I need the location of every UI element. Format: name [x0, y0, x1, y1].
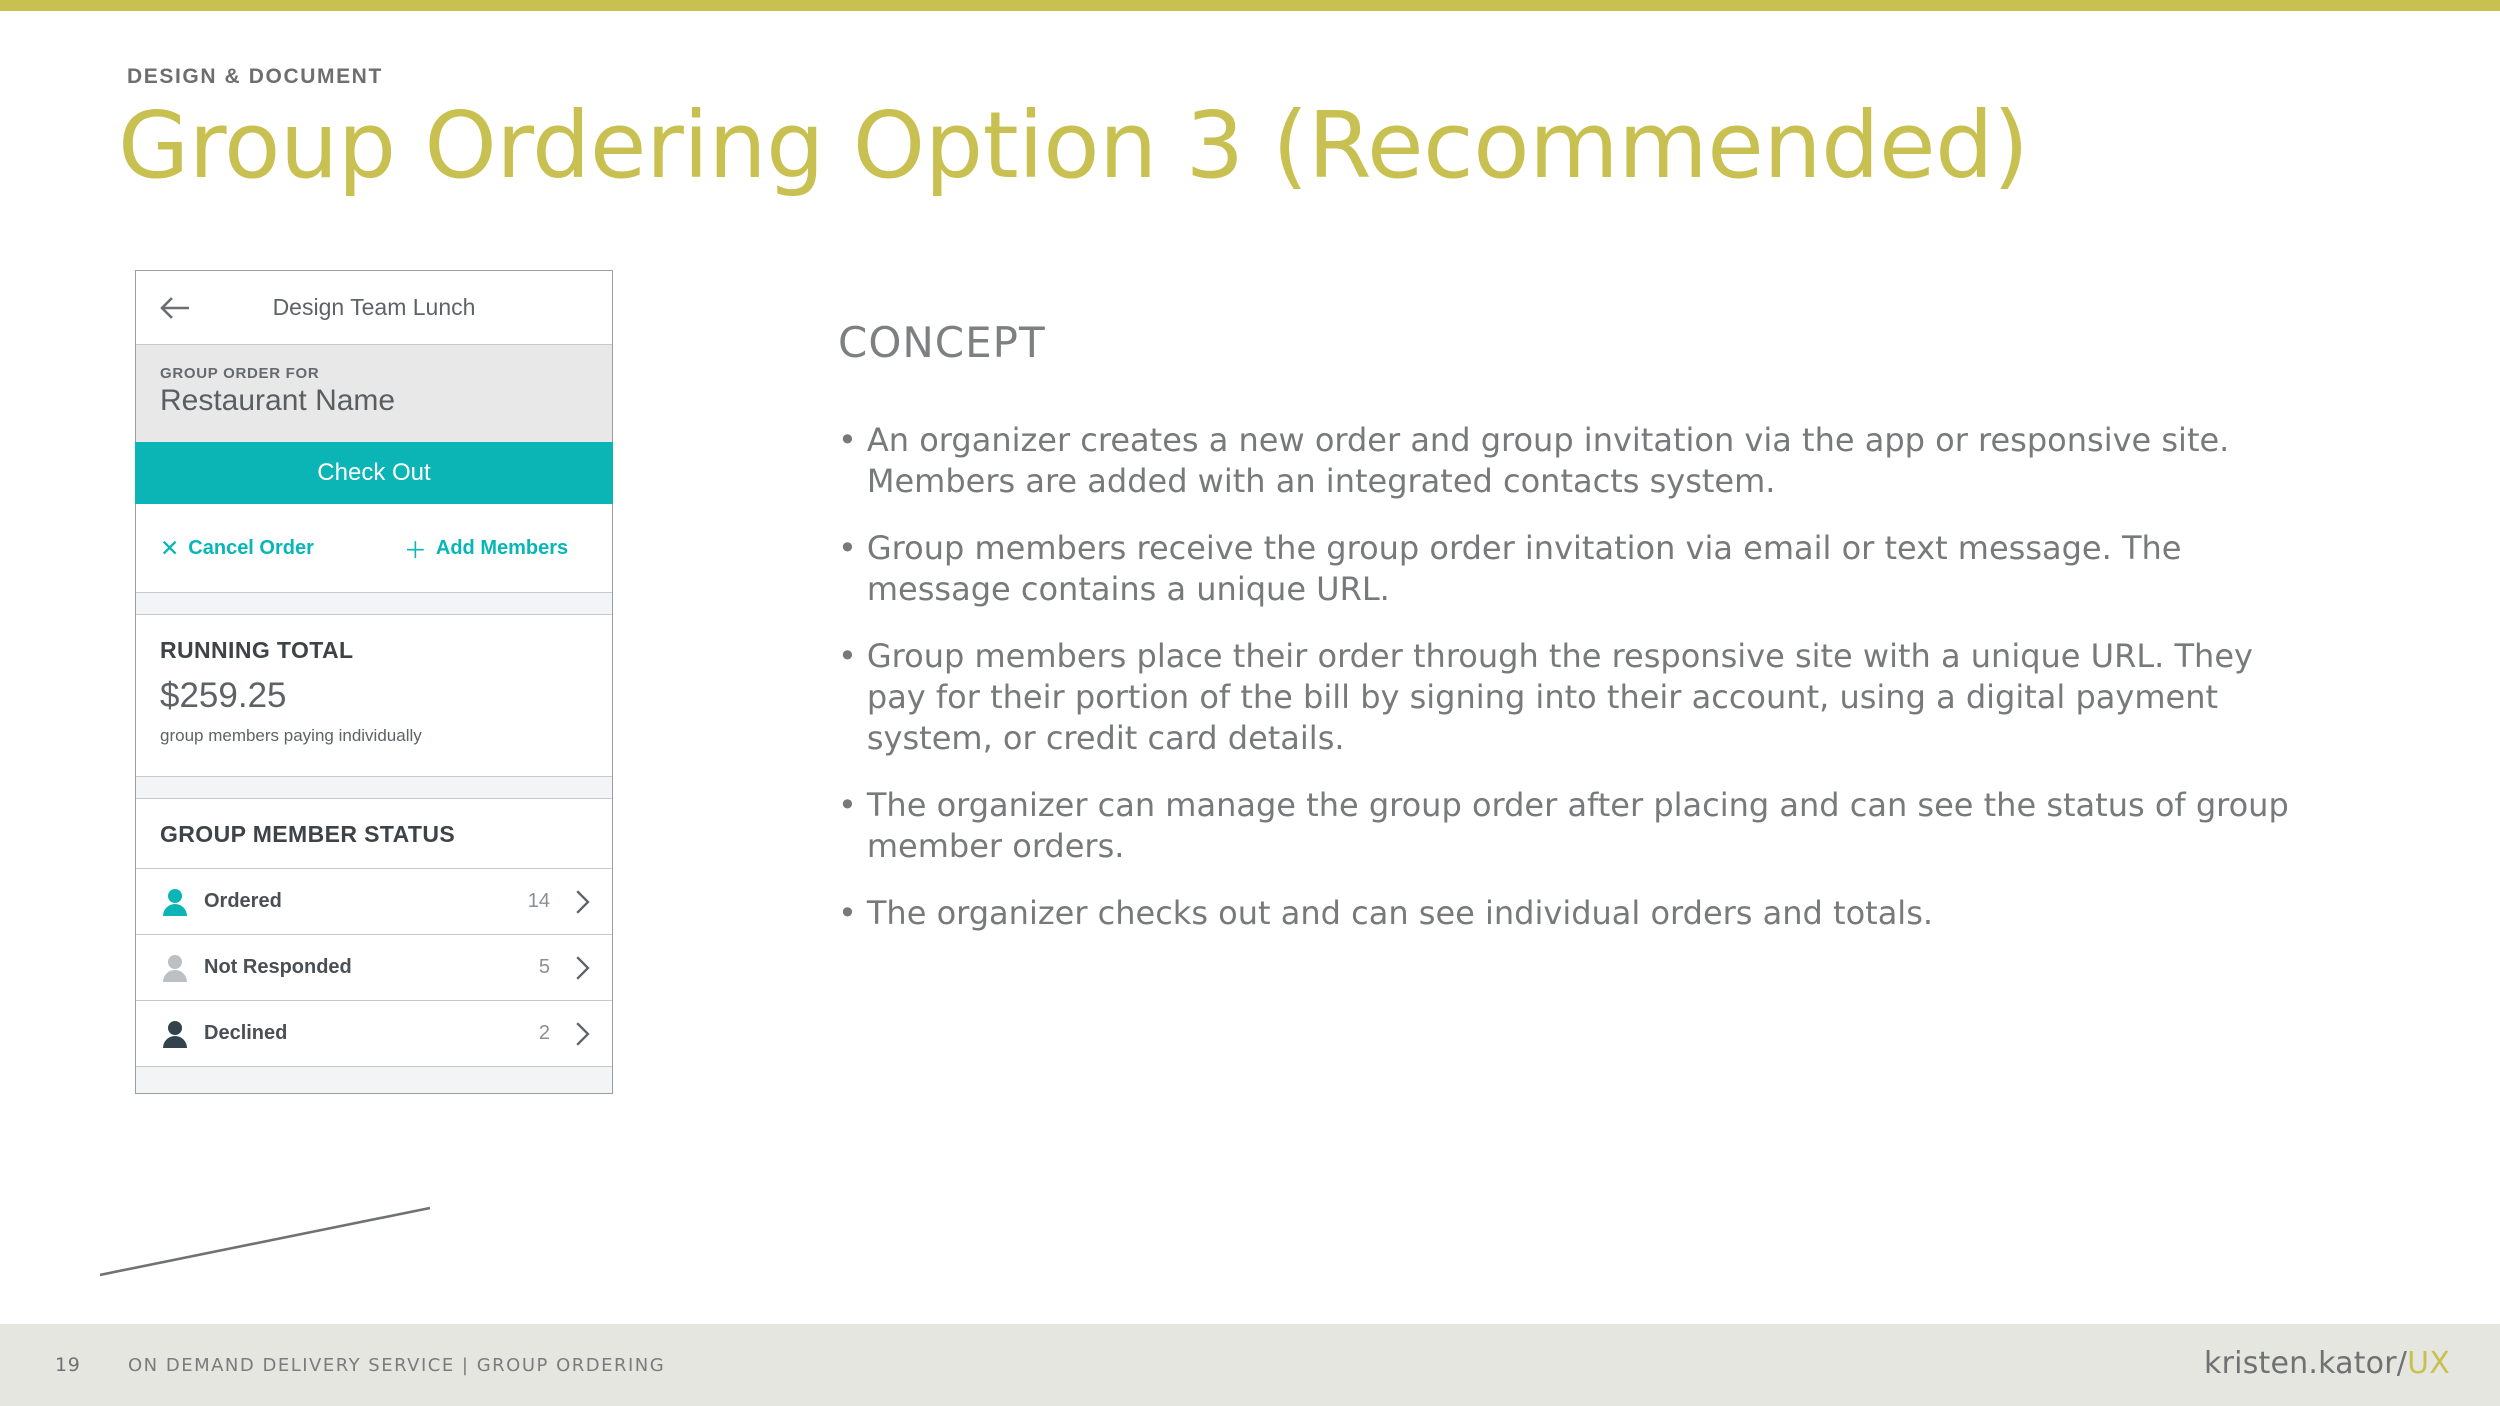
phone-nav-title: Design Team Lunch	[272, 294, 476, 320]
status-row-declined[interactable]: Declined 2	[136, 1001, 612, 1067]
status-label: Declined	[204, 1022, 288, 1044]
group-order-for-label: GROUP ORDER FOR	[160, 365, 320, 382]
check-out-button[interactable]: Check Out	[135, 442, 613, 504]
slide-eyebrow: DESIGN & DOCUMENT	[127, 65, 383, 88]
list-item: • The organizer checks out and can see i…	[838, 893, 2298, 934]
brand-name: kristen.kator/	[2204, 1346, 2408, 1381]
bullet-text: The organizer checks out and can see ind…	[866, 893, 1934, 932]
brand-accent: UX	[2407, 1346, 2450, 1381]
cancel-order-label: Cancel Order	[188, 536, 314, 559]
list-item: • Group members place their order throug…	[838, 636, 2298, 759]
section-divider-band	[136, 592, 612, 615]
concept-bullet-list: • An organizer creates a new order and g…	[838, 420, 2438, 960]
plus-icon: ＋	[403, 537, 427, 563]
person-icon	[162, 954, 188, 982]
bullet-text: An organizer creates a new order and gro…	[866, 421, 2230, 500]
list-item: • The organizer can manage the group ord…	[838, 785, 2298, 867]
chevron-right-icon[interactable]	[576, 889, 590, 914]
phone-bottom-band	[136, 1067, 612, 1093]
phone-nav-bar: Design Team Lunch	[136, 271, 612, 345]
bullet-dot-icon: •	[838, 528, 857, 567]
status-row-not-responded[interactable]: Not Responded 5	[136, 935, 612, 1001]
add-members-button[interactable]: ＋ Add Members	[404, 531, 568, 565]
status-count: 5	[538, 956, 550, 978]
cancel-order-button[interactable]: ✕ Cancel Order	[160, 535, 314, 562]
back-arrow-icon[interactable]	[158, 295, 194, 321]
bullet-dot-icon: •	[838, 893, 857, 932]
running-total-label: RUNNING TOTAL	[160, 637, 354, 663]
status-row-ordered[interactable]: Ordered 14	[136, 869, 612, 935]
running-total-section: RUNNING TOTAL $259.25 group members payi…	[136, 615, 612, 776]
running-total-amount: $259.25	[160, 676, 287, 715]
add-members-label: Add Members	[435, 536, 569, 559]
mockup-cut-line	[64, 1180, 660, 1290]
bullet-dot-icon: •	[838, 421, 857, 459]
bullet-dot-icon: •	[838, 636, 857, 675]
status-label: Not Responded	[204, 956, 352, 978]
status-count: 14	[527, 890, 550, 912]
slide-footer: 19 ON DEMAND DELIVERY SERVICE | GROUP OR…	[0, 1324, 2500, 1406]
phone-mockup: Design Team Lunch GROUP ORDER FOR Restau…	[135, 270, 613, 1094]
status-label: Ordered	[204, 890, 282, 912]
bullet-dot-icon: •	[838, 785, 857, 824]
order-actions-row: ✕ Cancel Order ＋ Add Members	[136, 504, 612, 592]
concept-heading: CONCEPT	[838, 318, 1046, 367]
restaurant-name: Restaurant Name	[160, 384, 396, 417]
chevron-right-icon[interactable]	[576, 1021, 590, 1046]
footer-breadcrumb: ON DEMAND DELIVERY SERVICE | GROUP ORDER…	[128, 1355, 666, 1376]
brand-logo: kristen.kator/UX	[2204, 1346, 2450, 1381]
chevron-right-icon[interactable]	[576, 955, 590, 980]
group-order-for-section: GROUP ORDER FOR Restaurant Name	[136, 345, 612, 442]
group-member-status-header: GROUP MEMBER STATUS	[136, 799, 612, 869]
list-item: • Group members receive the group order …	[838, 528, 2298, 610]
bullet-text: Group members place their order through …	[866, 636, 2253, 757]
bullet-text: The organizer can manage the group order…	[866, 785, 2289, 865]
top-accent-bar	[0, 0, 2500, 11]
close-icon: ✕	[160, 534, 180, 561]
person-icon	[162, 1020, 188, 1048]
page-number: 19	[55, 1354, 81, 1376]
bullet-text: Group members receive the group order in…	[866, 528, 2182, 608]
status-count: 2	[538, 1022, 550, 1044]
running-total-note: group members paying individually	[160, 726, 422, 745]
page-title: Group Ordering Option 3 (Recommended)	[118, 92, 2029, 199]
section-divider-band	[136, 776, 612, 799]
person-icon	[162, 888, 188, 916]
list-item: • An organizer creates a new order and g…	[838, 420, 2298, 502]
